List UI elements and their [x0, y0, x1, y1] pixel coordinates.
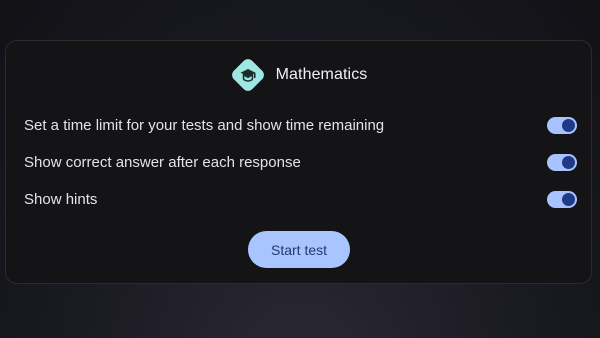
toggle-correct-answer[interactable]	[547, 153, 577, 171]
setting-row-hints: Show hints	[24, 187, 577, 211]
page-title: Mathematics	[275, 66, 368, 83]
test-settings-card: Mathematics Set a time limit for your te…	[5, 40, 592, 284]
graduation-cap-icon	[240, 69, 256, 82]
toggle-time-limit[interactable]	[547, 116, 577, 134]
toggle-knob	[562, 192, 575, 206]
card-header: Mathematics	[6, 56, 591, 94]
setting-label-hints: Show hints	[24, 190, 98, 208]
setting-label-time-limit: Set a time limit for your tests and show…	[24, 116, 385, 134]
setting-row-correct-answer: Show correct answer after each response	[24, 150, 577, 174]
toggle-knob	[562, 155, 575, 169]
setting-label-correct-answer: Show correct answer after each response	[24, 153, 301, 171]
mathematics-logo	[229, 56, 266, 94]
start-test-button[interactable]: Start test	[248, 231, 350, 268]
toggle-knob	[562, 118, 575, 132]
toggle-hints[interactable]	[547, 190, 577, 208]
setting-row-time-limit: Set a time limit for your tests and show…	[24, 113, 577, 137]
